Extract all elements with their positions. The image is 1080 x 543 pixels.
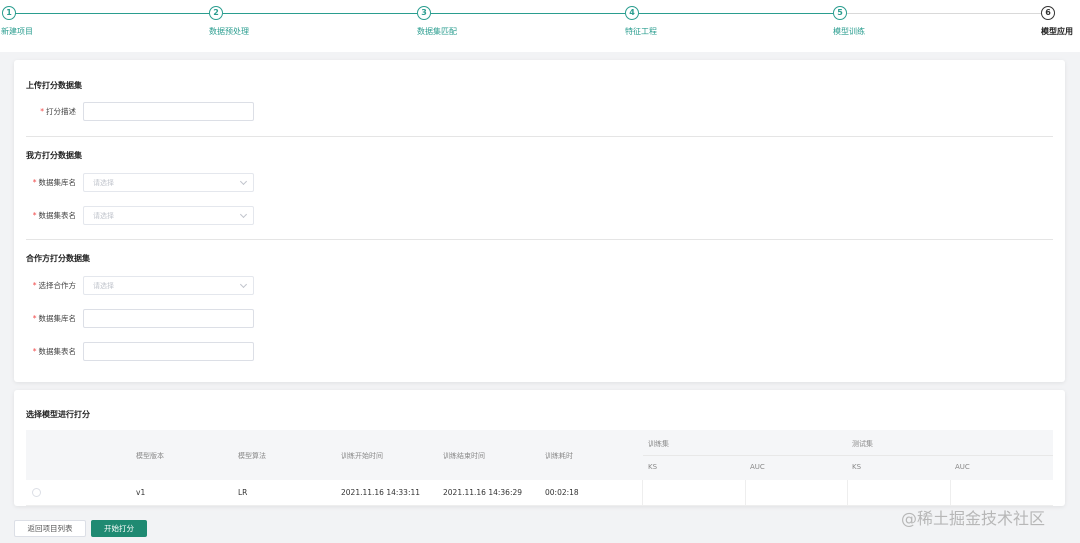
cell-divider	[847, 480, 848, 506]
step-number: 1	[2, 6, 16, 20]
table-header: 模型版本 模型算法 训练开始时间 训练结束时间 训练耗时 训练集 测试集 KS …	[26, 430, 1053, 480]
col-algorithm: 模型算法	[238, 452, 266, 460]
dataset-form-card: 上传打分数据集 * 打分描述 我方打分数据集 * 数据集库名 请选择 * 数据集表名 …	[14, 60, 1065, 382]
select-placeholder: 请选择	[93, 212, 114, 220]
step-model-apply[interactable]: 6 模型应用	[1041, 6, 1073, 36]
step-model-training[interactable]: 5 模型训练	[833, 6, 865, 36]
cell-divider	[745, 480, 746, 506]
cell-version: v1	[136, 488, 146, 497]
partner-label-text: 选择合作方	[38, 281, 77, 290]
table-row[interactable]: v1 LR 2021.11.16 14:33:11 2021.11.16 14:…	[26, 480, 1053, 506]
score-desc-input[interactable]	[83, 102, 254, 121]
partner-select[interactable]: 请选择	[83, 276, 254, 295]
divider	[26, 239, 1053, 240]
col-test-ks: KS	[852, 463, 862, 471]
partner-db-label: * 数据集库名	[14, 313, 76, 324]
divider	[26, 136, 1053, 137]
required-mark: *	[32, 211, 37, 220]
step-feature-engineering[interactable]: 4 特征工程	[625, 6, 657, 36]
required-mark: *	[32, 281, 37, 290]
step-label: 新建项目	[1, 27, 33, 36]
partner-label: * 选择合作方	[14, 280, 76, 291]
col-test-auc: AUC	[955, 463, 970, 471]
step-label: 特征工程	[625, 27, 657, 36]
col-version: 模型版本	[136, 452, 164, 460]
partner-table-label-text: 数据集表名	[38, 347, 77, 356]
progress-stepper: 1 新建项目 2 数据预处理 3 数据集匹配 4 特征工程 5 模型训练 6 模…	[0, 0, 1080, 52]
cell-divider	[642, 480, 643, 506]
cell-start-time: 2021.11.16 14:33:11	[341, 488, 421, 497]
select-placeholder: 请选择	[93, 282, 114, 290]
desc-label: * 打分描述	[14, 106, 76, 117]
step-connector	[223, 13, 417, 14]
own-table-label: * 数据集表名	[14, 210, 76, 221]
step-connector	[15, 13, 209, 14]
required-mark: *	[40, 107, 44, 116]
desc-label-text: 打分描述	[46, 107, 76, 116]
partner-section-title: 合作方打分数据集	[26, 254, 90, 263]
header-divider	[643, 455, 1053, 456]
step-preprocess[interactable]: 2 数据预处理	[209, 6, 249, 36]
select-placeholder: 请选择	[93, 179, 114, 187]
partner-db-label-text: 数据集库名	[38, 314, 77, 323]
own-db-label-text: 数据集库名	[38, 178, 77, 187]
step-label: 模型应用	[1041, 27, 1073, 36]
watermark: @稀土掘金技术社区	[901, 509, 1046, 528]
step-number: 5	[833, 6, 847, 20]
step-number: 4	[625, 6, 639, 20]
required-mark: *	[32, 347, 37, 356]
cell-duration: 00:02:18	[545, 488, 579, 497]
col-train-set: 训练集	[648, 440, 669, 448]
col-train-ks: KS	[648, 463, 658, 471]
step-number: 3	[417, 6, 431, 20]
col-end-time: 训练结束时间	[443, 452, 485, 460]
step-connector	[847, 13, 1041, 14]
step-label: 模型训练	[833, 27, 865, 36]
back-to-list-button[interactable]: 返回项目列表	[14, 520, 86, 537]
required-mark: *	[32, 178, 37, 187]
col-train-auc: AUC	[750, 463, 765, 471]
own-table-label-text: 数据集表名	[38, 211, 77, 220]
cell-algorithm: LR	[238, 488, 248, 497]
chevron-down-icon	[239, 280, 248, 289]
chevron-down-icon	[239, 210, 248, 219]
cell-end-time: 2021.11.16 14:36:29	[443, 488, 523, 497]
step-number: 2	[209, 6, 223, 20]
cell-divider	[950, 480, 951, 506]
step-dataset-match[interactable]: 3 数据集匹配	[417, 6, 457, 36]
own-db-select[interactable]: 请选择	[83, 173, 254, 192]
upload-section-title: 上传打分数据集	[26, 81, 82, 90]
step-label: 数据集匹配	[417, 27, 457, 36]
row-radio[interactable]	[32, 488, 41, 497]
model-section-title: 选择模型进行打分	[26, 410, 90, 419]
step-label: 数据预处理	[209, 27, 249, 36]
partner-table-label: * 数据集表名	[14, 346, 76, 357]
step-connector	[639, 13, 833, 14]
own-db-label: * 数据集库名	[14, 177, 76, 188]
model-table: 模型版本 模型算法 训练开始时间 训练结束时间 训练耗时 训练集 测试集 KS …	[26, 430, 1053, 506]
step-number: 6	[1041, 6, 1055, 20]
partner-table-input[interactable]	[83, 342, 254, 361]
own-section-title: 我方打分数据集	[26, 151, 82, 160]
col-start-time: 训练开始时间	[341, 452, 383, 460]
chevron-down-icon	[239, 177, 248, 186]
required-mark: *	[32, 314, 37, 323]
step-new-project[interactable]: 1 新建项目	[1, 6, 33, 36]
partner-db-input[interactable]	[83, 309, 254, 328]
model-select-card: 选择模型进行打分 模型版本 模型算法 训练开始时间 训练结束时间 训练耗时 训练…	[14, 390, 1065, 506]
start-scoring-button[interactable]: 开始打分	[91, 520, 147, 537]
col-duration: 训练耗时	[545, 452, 573, 460]
own-table-select[interactable]: 请选择	[83, 206, 254, 225]
col-test-set: 测试集	[852, 440, 873, 448]
step-connector	[431, 13, 625, 14]
